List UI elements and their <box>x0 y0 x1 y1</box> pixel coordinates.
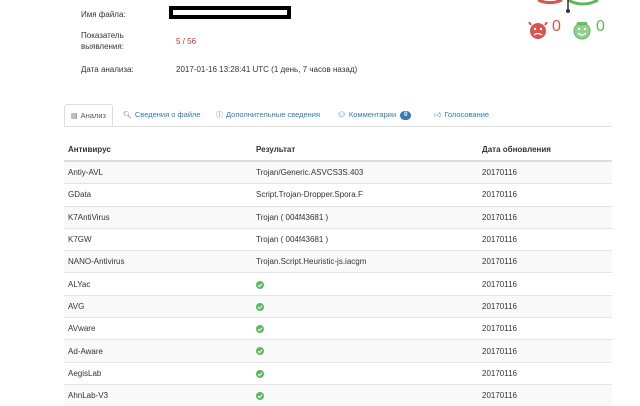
antivirus-name: Antiy-AVL <box>64 160 252 184</box>
clean-result <box>252 272 478 296</box>
update-date: 20170116 <box>478 294 612 318</box>
tab-additional-info[interactable]: ⓘ Дополнительные сведения <box>216 104 320 126</box>
comments-count-badge: 0 <box>400 111 412 120</box>
table-row: Antiy-AVL Trojan/Generic.ASVCS3S.403 20170… <box>64 160 612 184</box>
tab-analysis[interactable]: ▤ Анализ <box>64 104 113 126</box>
search-icon: 🔍︎ <box>123 112 132 119</box>
table-row: ALYac 20170116 <box>64 272 612 296</box>
header-updated[interactable]: Дата обновления <box>478 138 612 162</box>
comment-icon: 💬︎ <box>337 112 346 119</box>
update-date: 20170116 <box>478 383 612 406</box>
update-date: 20170116 <box>478 205 612 229</box>
update-date: 20170116 <box>478 160 612 184</box>
update-date: 20170116 <box>478 227 612 251</box>
thumbs-icon: 👍︎ <box>434 112 442 119</box>
table-row: K7AntiVirus Trojan ( 004f43681 ) 20170116 <box>64 205 612 229</box>
tab-additional-info-label: Дополнительные сведения <box>226 110 321 119</box>
table-row: AVG 20170116 <box>64 294 612 318</box>
antivirus-name: K7AntiVirus <box>64 205 252 229</box>
tab-comments-label: Комментарии <box>348 110 397 119</box>
table-row: Ad-Aware 20170116 <box>64 339 612 363</box>
update-date: 20170116 <box>478 339 612 363</box>
clean-result <box>252 294 478 318</box>
filename-label: Имя файла: <box>81 10 126 19</box>
antivirus-name: K7GW <box>64 227 252 251</box>
check-circle-icon <box>256 347 264 356</box>
update-date: 20170116 <box>478 317 612 340</box>
check-circle-icon <box>256 392 264 400</box>
clean-result <box>252 317 478 340</box>
tab-votes-label: Голосование <box>444 110 490 119</box>
gauge-arc-green <box>567 0 599 6</box>
detection-ratio-label-line2: выявления: <box>81 42 124 51</box>
table-icon: ▤ <box>71 113 78 120</box>
info-icon: ⓘ <box>216 112 223 119</box>
detection-result: Trojan/Generic.ASVCS3S.403 <box>252 160 478 184</box>
tab-file-details[interactable]: 🔍︎ Сведения о файле <box>123 104 201 126</box>
clean-result <box>252 383 478 406</box>
analysis-date-label: Дата анализа: <box>81 65 134 74</box>
table-row: GData Script.Trojan-Dropper.Spora.F 201701… <box>64 183 612 207</box>
table-row: K7GW Trojan ( 004f43681 ) 20170116 <box>64 227 612 251</box>
tab-comments[interactable]: 💬︎ Комментарии 0 <box>337 104 412 126</box>
tab-bar: ▤ Анализ 🔍︎ Сведения о файле ⓘ Дополнительн… <box>64 104 612 127</box>
check-circle-icon <box>256 280 264 289</box>
scan-results-table: Антивирус Результат Дата обновления Anti… <box>64 138 612 406</box>
filename-redacted <box>169 6 291 19</box>
header-antivirus[interactable]: Антивирус <box>64 138 252 162</box>
malicious-vote-icon[interactable] <box>528 21 548 40</box>
detection-result: Trojan ( 004f43681 ) <box>252 205 478 229</box>
check-circle-icon <box>256 302 264 311</box>
check-circle-icon <box>256 369 264 378</box>
table-row: AVware 20170116 <box>64 317 612 340</box>
harmless-vote-icon[interactable] <box>572 21 592 40</box>
antivirus-name: AVware <box>64 317 252 340</box>
antivirus-name: AVG <box>64 294 252 318</box>
table-row: NANO-Antivirus Trojan.Script.Heuristic-js… <box>64 250 612 273</box>
update-date: 20170116 <box>478 361 612 385</box>
detection-ratio-value: 5 / 56 <box>176 37 197 46</box>
malicious-vote-count: 0 <box>552 18 561 35</box>
update-date: 20170116 <box>478 272 612 296</box>
header-result[interactable]: Результат <box>252 138 478 162</box>
check-circle-icon <box>256 325 264 334</box>
clean-result <box>252 339 478 363</box>
update-date: 20170116 <box>478 250 612 273</box>
tab-analysis-label: Анализ <box>80 111 106 120</box>
detection-result: Trojan.Script.Heuristic-js.iacgm <box>252 250 478 273</box>
detection-ratio-label-line1: Показатель <box>81 31 124 40</box>
table-header-row: Антивирус Результат Дата обновления <box>64 138 612 162</box>
detection-result: Trojan ( 004f43681 ) <box>252 227 478 251</box>
detection-result: Script.Trojan-Dropper.Spora.F <box>252 183 478 207</box>
antivirus-name: ALYac <box>64 272 252 296</box>
analysis-date-value: 2017-01-16 13:28:41 UTC (1 день, 7 часов… <box>176 65 358 74</box>
tab-votes[interactable]: 👍︎ Голосование <box>434 104 489 126</box>
gauge-arc-red <box>537 0 563 5</box>
antivirus-name: Ad-Aware <box>64 339 252 363</box>
update-date: 20170116 <box>478 183 612 207</box>
antivirus-name: AegisLab <box>64 361 252 385</box>
table-row: AhnLab-V3 20170116 <box>64 383 612 406</box>
tab-file-details-label: Сведения о файле <box>134 110 201 119</box>
antivirus-name: NANO-Antivirus <box>64 250 252 273</box>
clean-result <box>252 361 478 385</box>
antivirus-name: GData <box>64 183 252 207</box>
antivirus-name: AhnLab-V3 <box>64 383 252 406</box>
table-row: AegisLab 20170116 <box>64 361 612 385</box>
harmless-vote-count: 0 <box>596 18 605 35</box>
